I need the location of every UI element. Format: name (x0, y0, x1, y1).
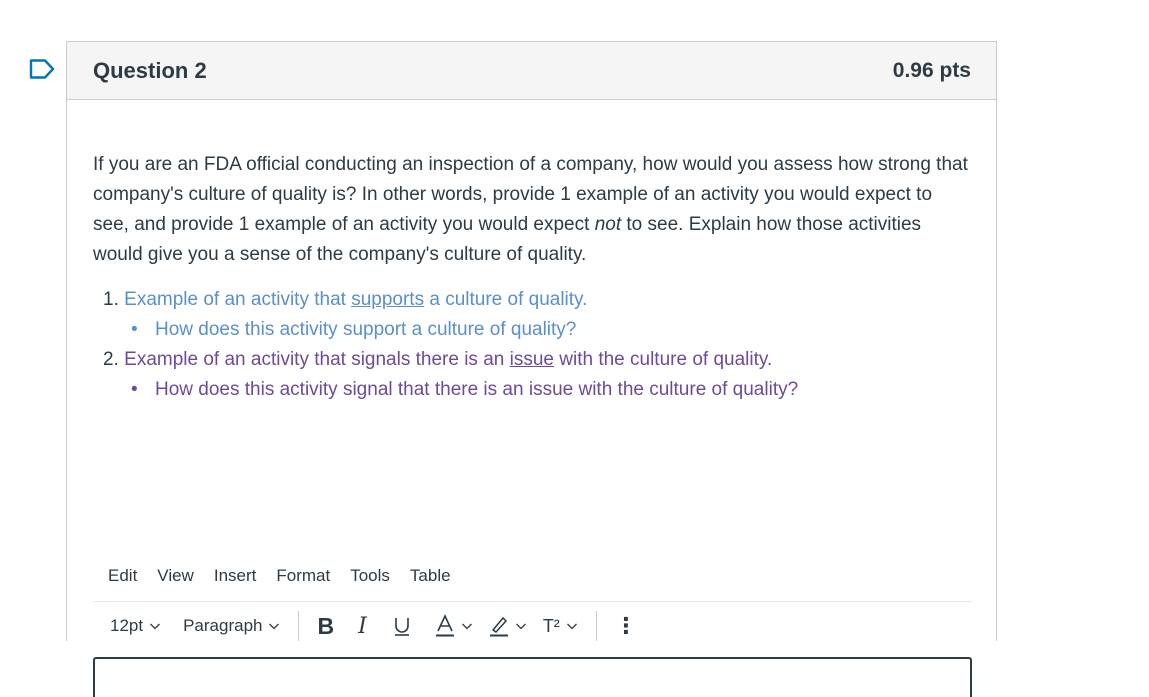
chevron-down-icon (269, 623, 280, 630)
list-item-number: 1. (103, 289, 119, 310)
italic-button[interactable]: I (358, 614, 367, 639)
question-title: Question 2 (93, 57, 207, 83)
menubar-divider (93, 601, 972, 602)
bold-button[interactable]: B (317, 613, 334, 640)
bullet-icon: • (131, 379, 138, 400)
text-color-icon (435, 614, 454, 637)
block-format-select[interactable]: Paragraph (183, 616, 280, 636)
list-item: 2. Example of an activity that signals t… (103, 345, 963, 375)
question-item-list: 1. Example of an activity that supports … (103, 285, 963, 405)
underline-icon (394, 618, 409, 636)
prompt-emphasis: not (594, 214, 622, 235)
chevron-down-icon (461, 623, 472, 630)
flag-question-icon[interactable] (29, 59, 55, 79)
highlight-icon (489, 616, 508, 637)
emphasis-supports: supports (351, 289, 425, 310)
highlight-color-button[interactable] (489, 614, 527, 638)
more-button[interactable]: ⋮ (615, 613, 637, 639)
list-item: 1. Example of an activity that supports … (103, 285, 963, 315)
menu-format[interactable]: Format (276, 566, 330, 586)
menu-table[interactable]: Table (410, 566, 451, 586)
font-size-value: 12pt (110, 616, 144, 635)
italic-icon: I (358, 613, 367, 639)
menu-view[interactable]: View (157, 566, 194, 586)
list-item-number: 2. (103, 349, 119, 370)
chevron-down-icon (566, 623, 577, 630)
text-color-button[interactable] (435, 614, 473, 638)
emphasis-issue: issue (509, 349, 554, 370)
menu-tools[interactable]: Tools (350, 566, 390, 586)
list-subitem-text: How does this activity signal that there… (155, 379, 799, 400)
block-format-value: Paragraph (183, 616, 263, 635)
question-header: Question 2 0.96 pts (67, 42, 996, 100)
bullet-icon: • (131, 319, 138, 340)
list-subitem: • How does this activity support a cultur… (103, 315, 963, 345)
bold-icon: B (317, 612, 335, 639)
question-card: Question 2 0.96 pts If you are an FDA of… (66, 41, 997, 697)
answer-editor[interactable] (93, 657, 972, 697)
list-subitem: • How does this activity signal that ther… (103, 375, 963, 405)
chevron-down-icon (515, 623, 526, 630)
question-prompt: If you are an FDA official conducting an… (93, 150, 973, 270)
list-item-text: Example of an activity that signals ther… (124, 349, 773, 370)
superscript-icon: T² (542, 615, 560, 636)
list-subitem-text: How does this activity support a culture… (155, 319, 577, 340)
menu-insert[interactable]: Insert (214, 566, 257, 586)
more-icon: ⋮ (614, 613, 637, 638)
question-points: 0.96 pts (892, 58, 971, 82)
editor-menubar: Edit View Insert Format Tools Table (108, 566, 471, 586)
list-item-text: Example of an activity that supports a c… (124, 289, 588, 310)
underline-button[interactable] (393, 615, 411, 637)
menu-edit[interactable]: Edit (108, 566, 137, 586)
chevron-down-icon (150, 623, 161, 630)
font-size-select[interactable]: 12pt (110, 616, 161, 636)
superscript-button[interactable]: T² (543, 616, 578, 637)
